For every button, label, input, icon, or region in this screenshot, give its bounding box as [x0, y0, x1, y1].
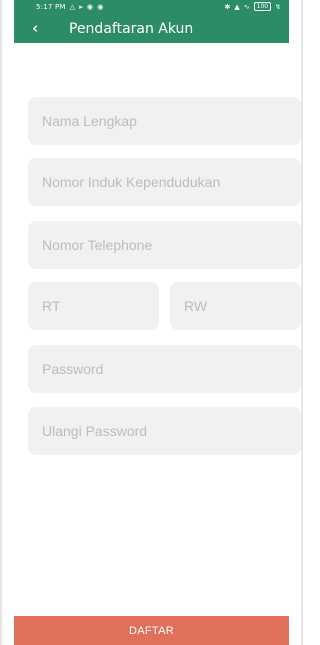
- registration-screen: 5:17 PM △ ▸ ◉ ◉ ✱ ▲ ∿ 100 ↯ ‹ Pendaftara…: [0, 0, 303, 645]
- status-bar: 5:17 PM △ ▸ ◉ ◉ ✱ ▲ ∿ 100 ↯: [14, 0, 289, 14]
- rw-input[interactable]: [170, 282, 301, 330]
- phone-input[interactable]: [28, 221, 301, 269]
- circle-icon: ◉: [97, 3, 104, 11]
- nik-input[interactable]: [28, 158, 301, 206]
- daftar-button[interactable]: DAFTAR: [14, 616, 289, 645]
- app-bar: ‹ Pendaftaran Akun: [14, 14, 289, 43]
- battery-icon: 100: [253, 2, 272, 11]
- wifi-icon: ∿: [243, 2, 250, 11]
- status-right: ✱ ▲ ∿ 100 ↯: [225, 2, 281, 11]
- full-name-input[interactable]: [28, 97, 301, 145]
- play-icon: ▸: [79, 3, 83, 11]
- status-left: 5:17 PM △ ▸ ◉ ◉: [36, 3, 104, 11]
- bluetooth-icon: ✱: [224, 2, 231, 11]
- circle-icon: ◉: [86, 3, 94, 11]
- charging-icon: ↯: [275, 2, 281, 11]
- clock: 5:17 PM: [36, 3, 66, 11]
- rt-input[interactable]: [28, 282, 159, 330]
- page-title: Pendaftaran Akun: [69, 21, 194, 37]
- signal-bars-icon: △: [69, 3, 76, 11]
- password-input[interactable]: [28, 345, 301, 393]
- confirm-password-input[interactable]: [28, 407, 301, 455]
- signal-icon: ▲: [234, 2, 240, 11]
- chevron-left-icon[interactable]: ‹: [32, 20, 50, 38]
